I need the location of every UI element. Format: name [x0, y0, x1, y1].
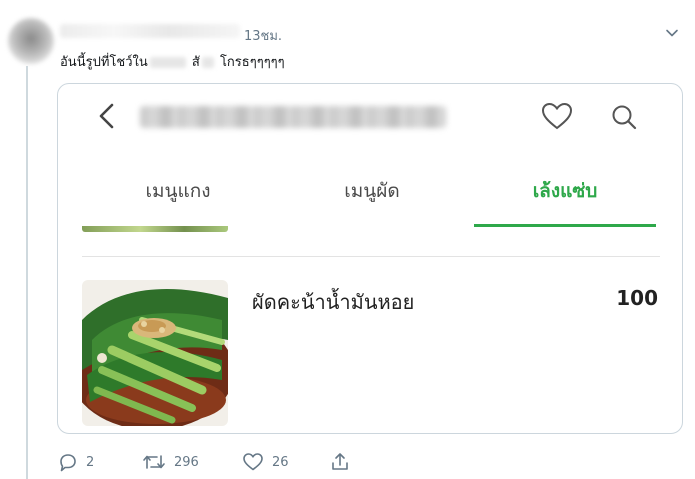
tab-stir-fry-menu[interactable]: เมนูผัด: [312, 176, 432, 206]
dish-photo[interactable]: [82, 280, 228, 426]
tweet-actions: 2 296 26: [58, 450, 378, 474]
reply-button[interactable]: 2: [58, 450, 94, 474]
shop-name-redacted: [140, 106, 446, 128]
tab-curry-menu[interactable]: เมนูแกง: [118, 176, 238, 206]
retweet-count: 296: [174, 454, 199, 470]
share-icon: [332, 453, 348, 470]
like-button[interactable]: 26: [242, 450, 289, 474]
redacted-text: [201, 57, 214, 68]
heart-icon[interactable]: [540, 100, 574, 132]
avatar[interactable]: [8, 18, 54, 64]
reply-count: 2: [86, 454, 95, 470]
tweet-timestamp[interactable]: 13ชม.: [244, 25, 282, 46]
active-tab-indicator: [474, 224, 656, 227]
tweet-text-part: โกรธๆๆๆๆๆ: [219, 55, 285, 70]
tweet-text: อันนี้รูปที่โชว์ใน สั โกรธๆๆๆๆๆ: [60, 51, 285, 72]
share-button[interactable]: [330, 450, 350, 474]
divider: [82, 256, 660, 257]
retweet-button[interactable]: 296: [142, 450, 199, 474]
reply-icon: [60, 454, 76, 472]
chevron-down-icon[interactable]: [665, 26, 679, 40]
like-icon: [243, 453, 263, 471]
previous-item-image-cropped: [82, 226, 228, 232]
tweet-text-part: อันนี้รูปที่โชว์ใน: [60, 55, 148, 70]
tweet: 13ชม. อันนี้รูปที่โชว์ใน สั โกรธๆๆๆๆๆ เม…: [0, 0, 695, 479]
redacted-text: [149, 57, 186, 68]
back-arrow-icon[interactable]: [96, 101, 118, 131]
thread-line: [26, 66, 28, 479]
retweet-icon: [143, 455, 165, 469]
dish-photo-illustration: [82, 280, 228, 426]
like-count: 26: [272, 454, 289, 470]
search-icon[interactable]: [610, 103, 638, 131]
menu-category-tabs: เมนูแกง เมนูผัด เล้งแซ่บ: [58, 164, 682, 227]
dish-name[interactable]: ผัดคะน้าน้ำมันหอย: [252, 286, 414, 318]
dish-price: 100: [616, 286, 658, 310]
tweet-text-part: สั: [191, 55, 200, 70]
attached-screenshot[interactable]: เมนูแกง เมนูผัด เล้งแซ่บ ผัดคะน้าน้ำมันห…: [57, 83, 683, 434]
tab-leng-saeb[interactable]: เล้งแซ่บ: [486, 176, 644, 206]
author-name-redacted: [60, 24, 240, 38]
